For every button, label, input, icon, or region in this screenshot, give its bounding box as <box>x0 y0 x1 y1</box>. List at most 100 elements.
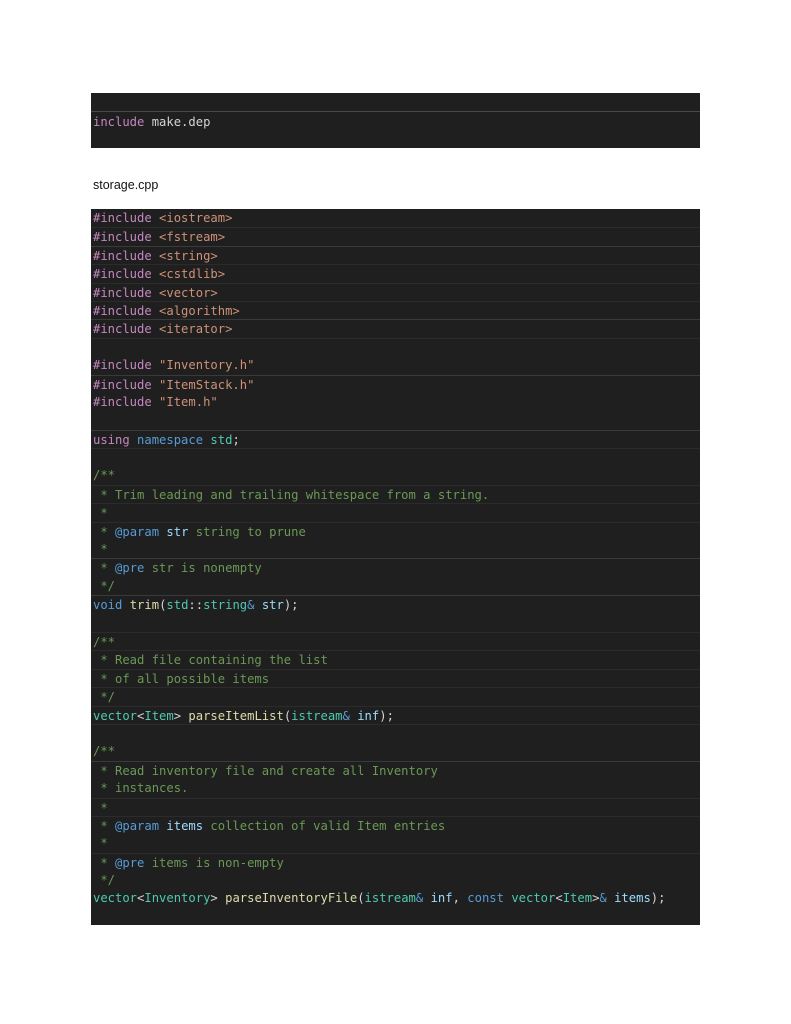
code-line: using namespace std; <box>91 429 700 448</box>
code-token: <vector> <box>151 285 218 300</box>
code-token: ); <box>379 708 394 723</box>
code-token: <cstdlib> <box>151 267 226 282</box>
code-line: */ <box>91 577 700 595</box>
code-token: > <box>173 708 189 723</box>
code-line: * <box>91 503 700 521</box>
code-token: ); <box>283 598 299 613</box>
code-token: istream <box>364 891 416 906</box>
blank-code-line: ​ <box>91 411 700 429</box>
code-token: inf <box>357 708 380 723</box>
code-token: collection of valid Item entries <box>203 818 446 833</box>
code-token: inf <box>430 891 453 906</box>
file-name-label: storage.cpp <box>93 178 159 192</box>
code-token: items <box>614 891 651 906</box>
blank-code-line: ​ <box>91 723 700 742</box>
code-token: "Inventory.h" <box>151 358 255 373</box>
code-token: * Trim leading and trailing whitespace f… <box>93 487 490 502</box>
code-token: ); <box>650 891 666 906</box>
code-token: * <box>93 542 108 557</box>
code-token: * Read inventory file and create all Inv… <box>93 763 438 778</box>
makefile-code-block: include make.dep <box>91 93 700 148</box>
code-token: trim <box>129 598 160 613</box>
code-token: <string> <box>151 248 218 263</box>
code-token: const <box>467 891 504 906</box>
code-token: <iterator> <box>151 322 233 337</box>
code-token: #include <box>93 267 152 282</box>
code-token: */ <box>93 873 116 888</box>
code-token: #include <box>93 303 152 318</box>
code-token: #include <box>93 394 152 409</box>
code-token: /** <box>93 468 116 483</box>
code-block-top-padding <box>91 93 700 112</box>
code-line: * Read inventory file and create all Inv… <box>91 760 700 779</box>
code-token: @pre <box>115 561 145 576</box>
makefile-code-lines: include make.dep <box>91 112 700 132</box>
code-token: :: <box>188 598 204 613</box>
code-line: */ <box>91 871 700 889</box>
code-token: * <box>93 836 108 851</box>
code-token: * <box>93 524 116 539</box>
code-token: * of all possible items <box>93 671 270 686</box>
code-token: * <box>93 561 116 576</box>
code-token: str <box>166 524 189 539</box>
code-token: using <box>93 432 130 447</box>
code-token: "Item.h" <box>151 394 218 409</box>
code-line: */ <box>91 687 700 705</box>
code-token: #include <box>93 230 152 245</box>
code-token: <iostream> <box>151 211 233 225</box>
code-token: string to prune <box>188 524 306 539</box>
code-token: #include <box>93 248 152 263</box>
code-token: Inventory <box>144 891 211 906</box>
code-line: #include <string> <box>91 245 700 264</box>
code-token: * <box>93 855 116 870</box>
code-token: istream <box>291 708 343 723</box>
code-line: #include "Inventory.h" <box>91 356 700 374</box>
code-token: #include <box>93 211 152 225</box>
code-line: #include <iostream> <box>91 209 700 227</box>
code-token: */ <box>93 690 116 705</box>
code-line: /** <box>91 631 700 650</box>
code-token: str is nonempty <box>144 561 262 576</box>
code-token: vector <box>93 708 138 723</box>
code-line: #include <cstdlib> <box>91 264 700 282</box>
code-line: * @pre items is non-empty <box>91 852 700 871</box>
blank-code-line: ​ <box>91 337 700 356</box>
code-line: * <box>91 797 700 816</box>
code-token: vector <box>511 891 556 906</box>
code-token: vector <box>93 891 138 906</box>
code-token: ( <box>357 891 365 906</box>
code-line: * @pre str is nonempty <box>91 558 700 576</box>
code-line: vector<Item> parseItemList(istream& inf)… <box>91 705 700 724</box>
code-line: #include <algorithm> <box>91 300 700 319</box>
code-token: * <box>93 818 116 833</box>
code-line: /** <box>91 742 700 760</box>
code-token: std <box>166 598 189 613</box>
code-token: ; <box>232 432 240 447</box>
code-token: items is non-empty <box>144 855 284 870</box>
code-token: * instances. <box>93 781 189 796</box>
storage-cpp-code-block: #include <iostream> #include <fstream> #in… <box>91 209 700 925</box>
code-token: /** <box>93 634 116 649</box>
code-token: include <box>93 115 145 129</box>
code-token: & <box>599 891 607 906</box>
code-token: str <box>261 598 284 613</box>
code-token: #include <box>93 285 152 300</box>
code-token: , <box>452 891 468 906</box>
blank-code-line: ​ <box>91 614 700 632</box>
code-line: include make.dep <box>91 112 700 132</box>
code-token: */ <box>93 578 116 593</box>
code-token: > <box>210 891 226 906</box>
code-token: items <box>166 818 204 833</box>
code-token: void <box>93 598 123 613</box>
code-token: * <box>93 800 108 815</box>
code-token: "ItemStack.h" <box>151 377 255 392</box>
code-line: * Trim leading and trailing whitespace f… <box>91 484 700 503</box>
code-token: parseItemList <box>188 708 284 723</box>
storage-cpp-code-lines: #include <iostream> #include <fstream> #in… <box>91 209 700 908</box>
code-line: void trim(std::string& str); <box>91 595 700 613</box>
code-token: @param <box>115 818 160 833</box>
